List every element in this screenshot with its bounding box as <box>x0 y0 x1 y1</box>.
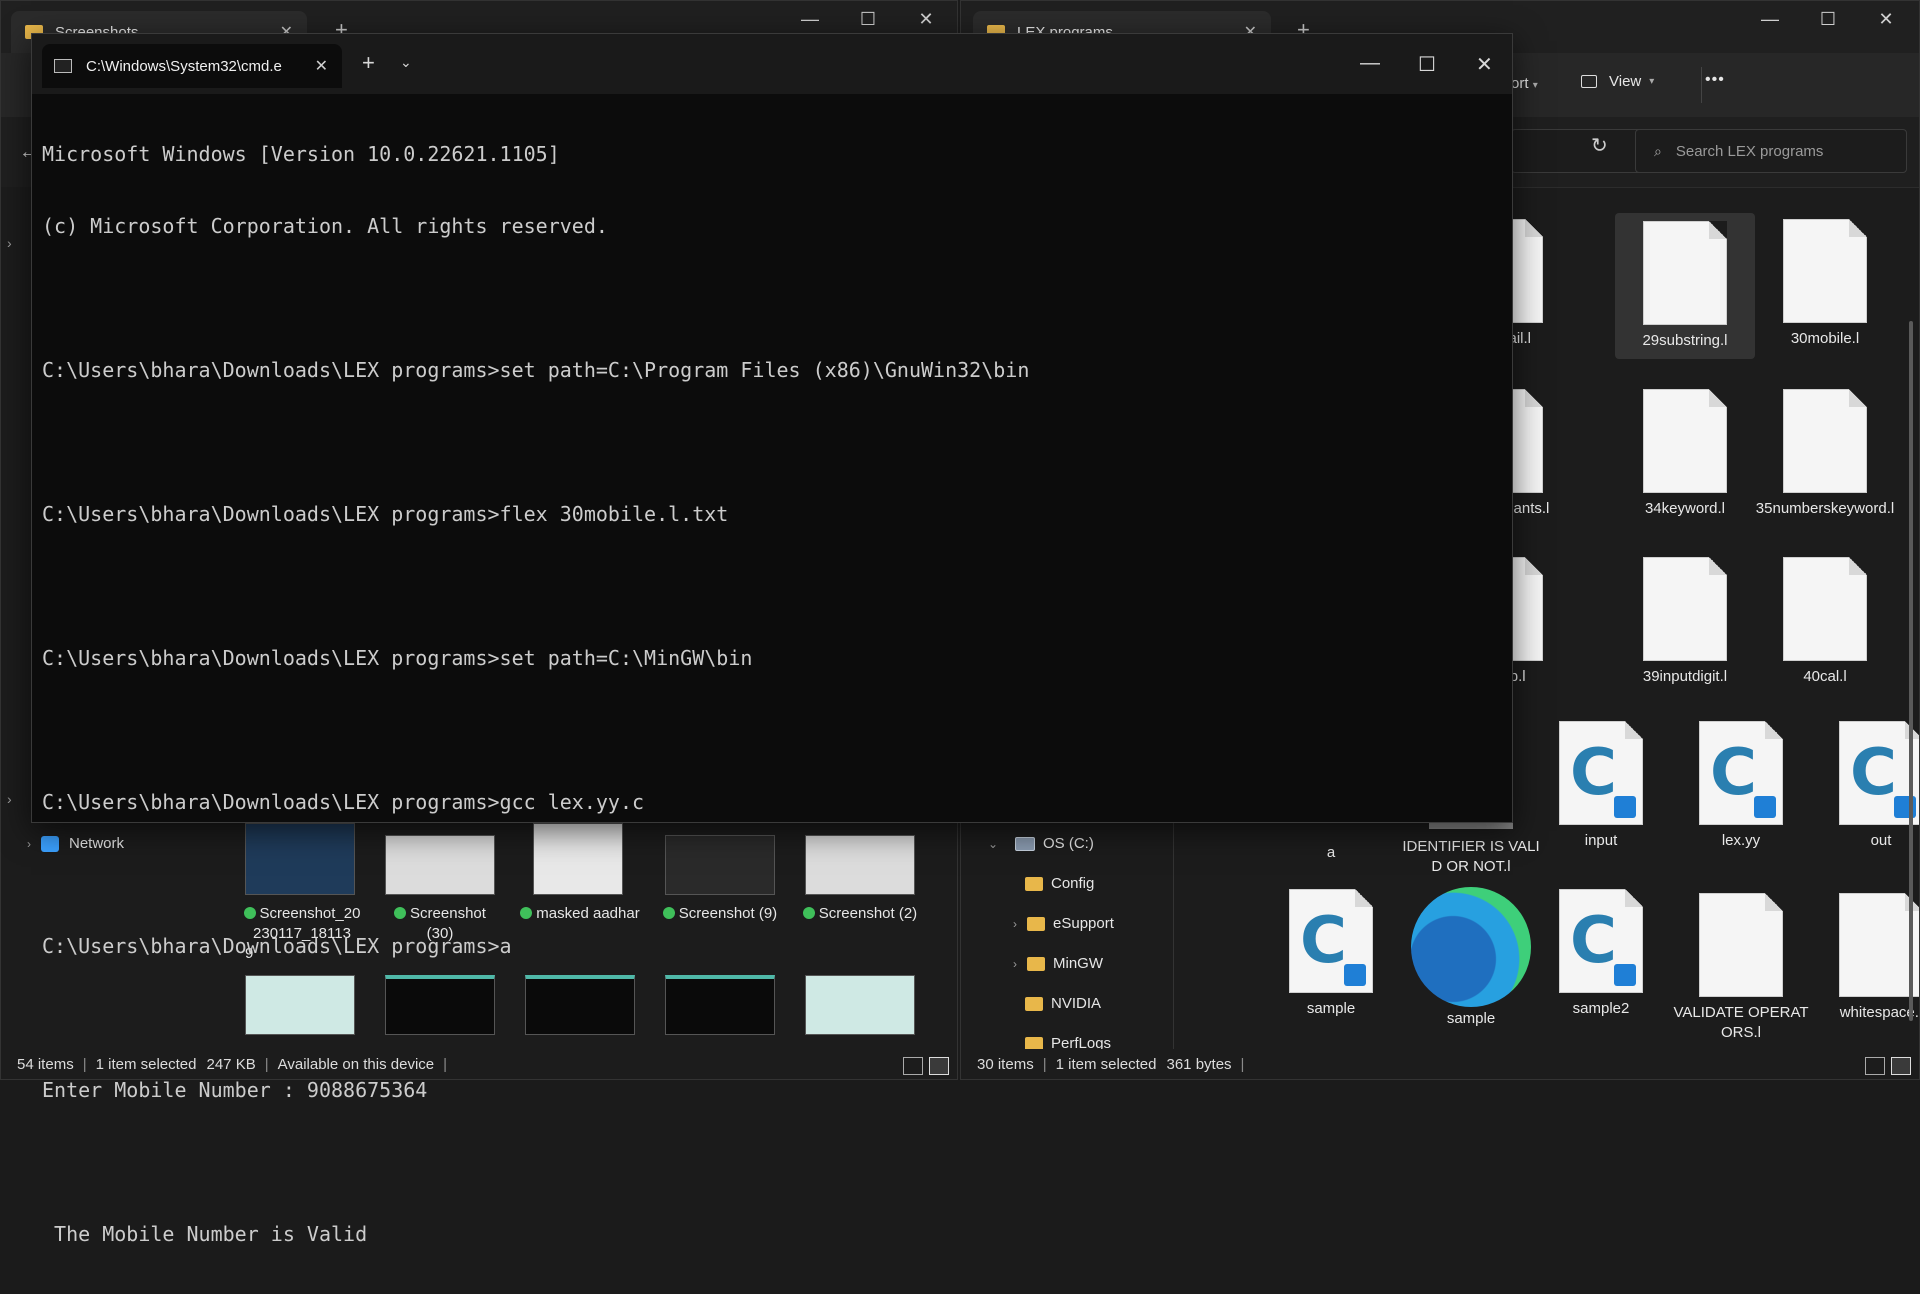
minimize-button[interactable]: — <box>1741 9 1799 30</box>
chevron-right-icon[interactable]: › <box>17 837 41 851</box>
cmd-line <box>42 574 1502 598</box>
close-button[interactable]: ✕ <box>1857 9 1915 30</box>
chevron-right-icon[interactable]: › <box>7 791 12 807</box>
file-name: 29substring.l <box>1642 332 1728 349</box>
cmd-line: C:\Users\bhara\Downloads\LEX programs>fl… <box>42 502 729 526</box>
cmd-line <box>42 862 1502 886</box>
file-item[interactable]: 39inputdigit.l <box>1615 557 1755 687</box>
file-item[interactable]: C sample2 <box>1531 889 1671 1019</box>
tab-cmd[interactable]: C:\Windows\System32\cmd.e ✕ <box>42 44 342 88</box>
tiles-view-button[interactable] <box>1891 1057 1911 1075</box>
sort-label: ort <box>1511 75 1529 92</box>
left-window-controls: — ☐ ✕ <box>781 9 955 30</box>
chevron-down-icon[interactable]: ⌄ <box>400 54 412 71</box>
maximize-button[interactable]: ☐ <box>839 9 897 30</box>
cmd-line: Microsoft Windows [Version 10.0.22621.11… <box>42 142 560 166</box>
file-name: 30mobile.l <box>1790 330 1860 347</box>
file-item[interactable]: 35numberskeyword.l <box>1755 389 1895 519</box>
right-window-controls: — ☐ ✕ <box>1741 9 1915 30</box>
file-item[interactable]: 34keyword.l <box>1615 389 1755 519</box>
cmd-output[interactable]: Microsoft Windows [Version 10.0.22621.11… <box>42 94 1502 1246</box>
maximize-button[interactable]: ☐ <box>1799 9 1857 30</box>
text-file-icon <box>1839 893 1919 997</box>
chevron-down-icon: ▾ <box>1649 76 1655 87</box>
file-name: VALIDATE OPERATORS.l <box>1673 1004 1809 1041</box>
close-button[interactable]: ✕ <box>1476 52 1493 77</box>
c-file-icon: C <box>1839 721 1919 825</box>
cmd-line: C:\Users\bhara\Downloads\LEX programs>se… <box>42 358 1030 382</box>
cmd-line <box>42 286 1502 310</box>
cmd-line <box>42 1006 1502 1030</box>
cmd-line: The Mobile Number is Valid <box>42 1222 368 1246</box>
new-tab-button[interactable]: + <box>362 50 375 76</box>
view-toggle <box>1865 1057 1911 1075</box>
scrollbar[interactable] <box>1909 321 1913 1021</box>
file-name: 34keyword.l <box>1644 500 1726 517</box>
search-placeholder: Search LEX programs <box>1675 142 1824 160</box>
file-item[interactable]: C input <box>1531 721 1671 851</box>
minimize-button[interactable]: — <box>781 9 839 30</box>
cmd-title-bar[interactable]: C:\Windows\System32\cmd.e ✕ + ⌄ — ☐ ✕ <box>32 34 1512 94</box>
file-name: 40cal.l <box>1803 668 1847 685</box>
cmd-line <box>42 718 1502 742</box>
sort-button[interactable]: ort ▾ <box>1511 75 1538 92</box>
file-name: input <box>1584 832 1618 849</box>
divider <box>1701 67 1702 103</box>
cmd-line: (c) Microsoft Corporation. All rights re… <box>42 214 608 238</box>
file-item[interactable]: C out <box>1811 721 1919 851</box>
more-options-button[interactable]: ••• <box>1705 71 1725 89</box>
cmd-line <box>42 1150 1502 1174</box>
file-name: 35numberskeyword.l <box>1755 500 1895 517</box>
search-input[interactable]: ⌕ Search LEX programs <box>1635 129 1907 173</box>
text-file-icon <box>1643 557 1727 661</box>
text-file-icon <box>1783 557 1867 661</box>
file-item[interactable]: whitespace.l <box>1811 893 1920 1023</box>
cmd-line: C:\Users\bhara\Downloads\LEX programs>a <box>42 934 512 958</box>
c-file-icon: C <box>1699 721 1783 825</box>
cmd-line: Enter Mobile Number : 9088675364 <box>42 1078 428 1102</box>
file-name: out <box>1870 832 1892 849</box>
file-item[interactable]: 30mobile.l <box>1755 219 1895 359</box>
file-item[interactable]: VALIDATE OPERATORS.l <box>1671 893 1811 1043</box>
text-file-icon <box>1783 389 1867 493</box>
left-nav-pane: › › <box>1 187 31 1047</box>
tab-cmd-label: C:\Windows\System32\cmd.e <box>86 57 282 75</box>
text-file-icon <box>1643 221 1727 325</box>
close-button[interactable]: ✕ <box>897 9 955 30</box>
cmd-window[interactable]: C:\Windows\System32\cmd.e ✕ + ⌄ — ☐ ✕ Mi… <box>31 33 1513 1246</box>
details-view-button[interactable] <box>1865 1057 1885 1075</box>
file-name: sample2 <box>1572 1000 1630 1017</box>
terminal-icon <box>54 59 72 73</box>
file-item-selected[interactable]: 29substring.l <box>1615 213 1755 359</box>
c-file-icon: C <box>1559 721 1643 825</box>
file-name: whitespace.l <box>1839 1004 1920 1021</box>
text-file-icon <box>1643 389 1727 493</box>
chevron-right-icon[interactable]: › <box>7 235 12 251</box>
view-label: View <box>1609 73 1642 90</box>
refresh-icon[interactable]: ↻ <box>1591 133 1608 158</box>
cmd-line: C:\Users\bhara\Downloads\LEX programs>se… <box>42 646 753 670</box>
view-button[interactable]: View ▾ <box>1581 73 1654 90</box>
c-file-icon: C <box>1559 889 1643 993</box>
file-item[interactable]: C lex.yy <box>1671 721 1811 851</box>
text-file-icon <box>1783 219 1867 323</box>
text-file-icon <box>1699 893 1783 997</box>
minimize-button[interactable]: — <box>1360 52 1380 75</box>
view-icon <box>1581 75 1597 88</box>
file-name: lex.yy <box>1721 832 1761 849</box>
close-icon[interactable]: ✕ <box>315 56 328 76</box>
cmd-line <box>42 430 1502 454</box>
maximize-button[interactable]: ☐ <box>1418 52 1436 77</box>
file-name: 39inputdigit.l <box>1642 668 1728 685</box>
file-item[interactable]: 40cal.l <box>1755 557 1895 687</box>
cmd-line: C:\Users\bhara\Downloads\LEX programs>gc… <box>42 790 645 814</box>
search-icon: ⌕ <box>1654 142 1662 159</box>
chevron-down-icon: ▾ <box>1532 80 1538 91</box>
